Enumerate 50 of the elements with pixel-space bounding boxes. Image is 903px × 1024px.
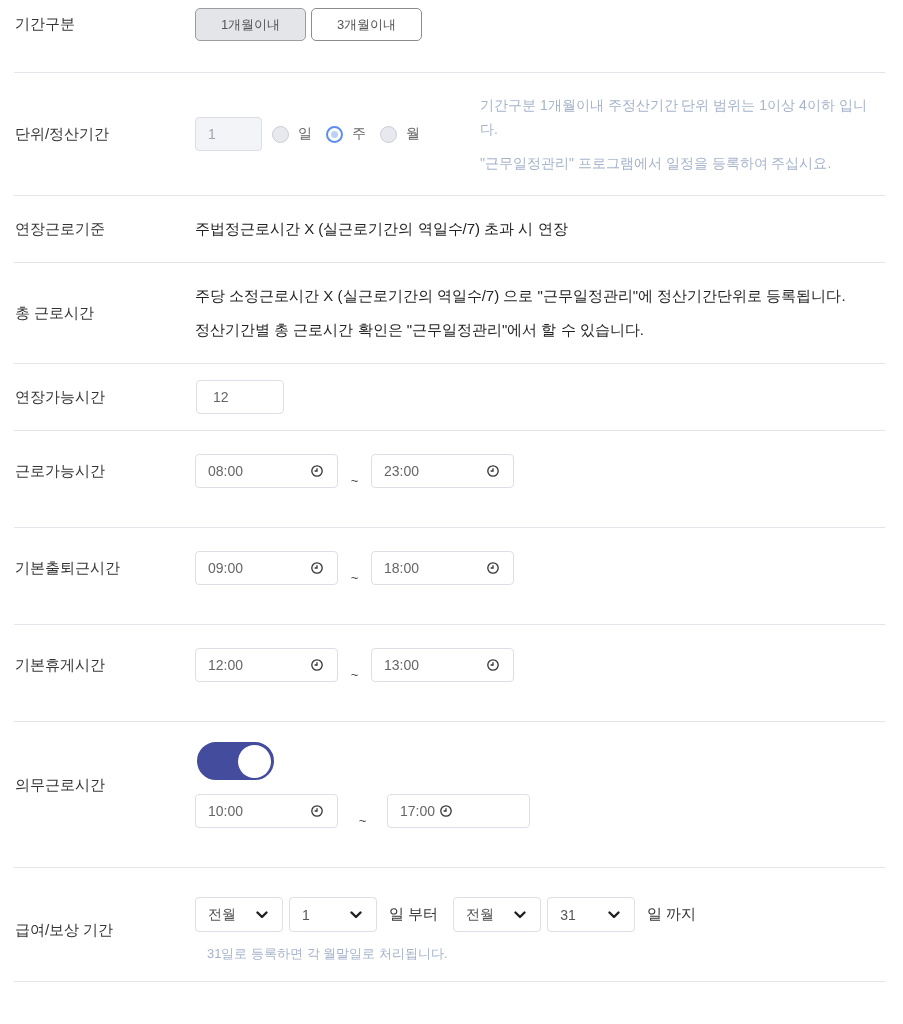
time-input[interactable]: 10:00 (195, 794, 338, 828)
field-label: 기간구분 (14, 15, 76, 34)
chevron-down-icon (256, 910, 268, 919)
field-label: 연장가능시간 (14, 387, 106, 407)
month-select[interactable]: 전월 (195, 897, 283, 932)
description-text: 주법정근로시간 X (실근로기간의 역일수/7) 초과 시 연장 (195, 219, 569, 239)
field-label: 기본출퇴근시간 (14, 558, 121, 578)
range-separator: ~ (357, 812, 368, 828)
clock-icon (311, 659, 323, 671)
chevron-down-icon (514, 910, 527, 919)
help-text: "근무일정관리" 프로그램에서 일정을 등록하여 주십시요. (480, 154, 833, 173)
chevron-down-icon (350, 910, 362, 919)
field-label: 단위/정산기간 (14, 124, 111, 144)
help-text: 기간구분 1개월이내 주정산기간 단위 범위는 1이상 4이하 입니다. (480, 96, 868, 139)
day-select[interactable]: 31 (547, 897, 636, 932)
time-input[interactable]: 17:00 (387, 794, 530, 828)
field-label: 근로가능시간 (14, 461, 106, 481)
clock-icon (487, 562, 499, 574)
clock-icon (487, 659, 499, 671)
description-text: 주당 소정근로시간 X (실근로기간의 역일수/7) 으로 "근무일정관리"에 정산기간단위로 등록됩니다. (195, 286, 847, 306)
from-label: 일 부터 (389, 905, 439, 924)
time-input[interactable]: 23:00 (371, 454, 514, 488)
toggle-switch[interactable] (197, 742, 274, 780)
time-input[interactable]: 08:00 (195, 454, 338, 488)
range-separator: ~ (349, 666, 360, 682)
time-input[interactable]: 12:00 (195, 648, 338, 682)
month-select[interactable]: 전월 (453, 897, 542, 932)
field-label: 총 근로시간 (14, 303, 96, 323)
until-label: 일 까지 (647, 905, 697, 924)
clock-icon (487, 465, 499, 477)
chevron-down-icon (608, 910, 621, 919)
help-text: 31일로 등록하면 각 월말일로 처리됩니다. (207, 945, 449, 963)
clock-icon (311, 805, 323, 817)
clock-icon (311, 562, 323, 574)
time-input[interactable]: 09:00 (195, 551, 338, 585)
time-input[interactable]: 18:00 (371, 551, 514, 585)
day-select[interactable]: 1 (289, 897, 377, 932)
clock-icon (440, 805, 453, 817)
period-button[interactable]: 1개월이내 (195, 8, 306, 41)
range-separator: ~ (349, 472, 360, 488)
clock-icon (311, 465, 323, 477)
time-input[interactable]: 13:00 (371, 648, 514, 682)
field-label: 급여/보상 기간 (14, 921, 115, 940)
field-label: 기본휴게시간 (14, 655, 106, 675)
period-button[interactable]: 3개월이내 (311, 8, 422, 41)
number-input[interactable]: 12 (196, 380, 284, 414)
description-text: 정산기간별 총 근로시간 확인은 "근무일정관리"에서 할 수 있습니다. (195, 320, 645, 340)
field-label: 연장근로기준 (14, 219, 106, 239)
range-separator: ~ (349, 569, 360, 585)
field-label: 의무근로시간 (14, 775, 106, 795)
